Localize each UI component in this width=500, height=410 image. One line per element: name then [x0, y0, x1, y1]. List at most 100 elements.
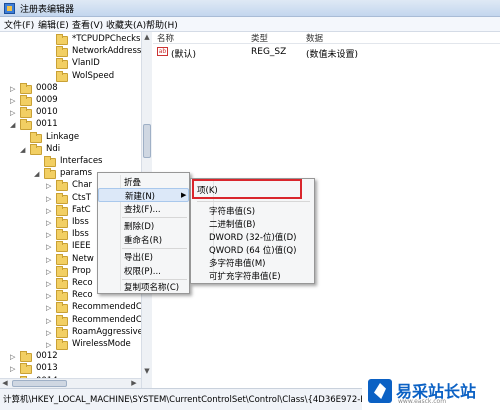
window-title: 注册表编辑器 [20, 5, 75, 15]
folder-icon [56, 46, 68, 58]
tree-item[interactable]: *TCPUDPChecksum [0, 34, 151, 46]
tree-expander-icon[interactable]: ▷ [46, 268, 54, 276]
tree-item-label: Netw [72, 253, 94, 264]
tree-item-label: 0012 [36, 351, 58, 362]
tree-expander-icon[interactable]: ▷ [46, 329, 54, 337]
tree-expander-icon[interactable]: ▷ [10, 97, 18, 105]
tree-item-label: *TCPUDPChecksum [72, 34, 152, 44]
ctx-rename[interactable]: 重命名(R) [98, 233, 189, 247]
tree-item[interactable]: ▷ RecommendedCha [0, 314, 151, 327]
string-value-icon: ab [157, 47, 168, 56]
folder-icon [20, 107, 32, 119]
tree-item[interactable]: ▷ 0013 [0, 363, 141, 375]
tree-scroll-thumb[interactable] [143, 124, 151, 158]
ctx-copy-key-name[interactable]: 复制项名称(C) [98, 280, 189, 294]
ctx-new[interactable]: 新建(N) ▶ [98, 188, 189, 202]
tree-item-label: CtsT [72, 192, 91, 203]
scroll-down-icon[interactable]: ▼ [143, 367, 151, 376]
folder-icon [56, 290, 68, 302]
tree-item[interactable]: Linkage [0, 131, 141, 144]
tree-expander-icon[interactable]: ▷ [46, 317, 54, 325]
tree-expander-icon[interactable]: ▷ [46, 207, 54, 215]
tree-expander-icon[interactable]: ▷ [46, 243, 54, 251]
folder-icon [20, 95, 32, 106]
submenu-string-value[interactable]: 字符串值(S) [191, 204, 314, 218]
tree-item[interactable]: WolSpeed [0, 70, 141, 83]
submenu-multistring-value[interactable]: 多字符串值(M) [191, 256, 314, 270]
tree-item[interactable]: ◢ Ndi [0, 143, 141, 156]
folder-icon [56, 70, 68, 82]
menu-view[interactable]: 查看(V) [72, 18, 103, 31]
folder-icon [20, 119, 32, 131]
tree-expander-icon[interactable]: ▷ [46, 182, 54, 190]
tree-item[interactable]: ▷ RecommendedCha [0, 302, 151, 314]
menu-help[interactable]: 帮助(H) [146, 18, 178, 31]
scroll-left-icon[interactable]: ◀ [1, 379, 9, 388]
tree-item[interactable]: ▷ RoamAggressiven [0, 326, 148, 339]
tree-item[interactable]: ▷ 0009 [0, 95, 141, 107]
folder-icon [56, 217, 68, 228]
folder-icon [56, 326, 68, 338]
value-row[interactable]: ab (默认) REG_SZ (数值未设置) [153, 46, 500, 60]
scroll-right-icon[interactable]: ▶ [130, 379, 138, 388]
tree-expander-icon[interactable]: ▷ [46, 292, 54, 300]
tree-expander-icon[interactable]: ▷ [10, 109, 18, 117]
column-data[interactable]: 数据 [306, 32, 323, 44]
submenu-qword-value[interactable]: QWORD (64 位)值(Q) [191, 243, 314, 257]
tree-item[interactable]: NetworkAddress [0, 46, 141, 58]
tree-expander-icon[interactable]: ▷ [10, 365, 18, 373]
tree-item-label: 0010 [36, 107, 58, 118]
tree-expander-icon[interactable]: ◢ [20, 146, 28, 154]
ctx-find[interactable]: 查找(F)... [98, 202, 189, 216]
folder-icon [56, 241, 68, 253]
tree-expander-icon[interactable]: ▷ [46, 219, 54, 227]
submenu-expandable-string-value[interactable]: 可扩充字符串值(E) [191, 269, 314, 283]
tree-item-label: FatC [72, 204, 91, 215]
tree-item[interactable]: ◢ 0011 [0, 119, 141, 131]
tree-item[interactable]: ▷ WirelessMode [0, 339, 141, 351]
folder-icon [56, 229, 68, 241]
column-type[interactable]: 类型 [251, 32, 268, 44]
menu-favorites[interactable]: 收藏夹(A) [106, 18, 146, 31]
tree-item[interactable]: Interfaces [0, 156, 141, 168]
submenu-dword-value[interactable]: DWORD (32-位)值(D) [191, 230, 314, 244]
tree-expander-icon[interactable]: ▷ [46, 231, 54, 239]
tree-expander-icon[interactable]: ▷ [10, 353, 18, 361]
tree-hscroll-thumb[interactable] [12, 380, 67, 387]
menu-edit[interactable]: 编辑(E) [38, 18, 69, 31]
tree-expander-icon[interactable]: ▷ [46, 341, 54, 349]
folder-icon [30, 131, 42, 143]
tree-item[interactable]: ▷ 0008 [0, 82, 141, 95]
tree-item-label: 0011 [36, 119, 58, 130]
ctx-delete[interactable]: 删除(D) [98, 219, 189, 233]
tree-item-label: Ibss [72, 229, 89, 240]
tree-expander-icon[interactable]: ▷ [46, 280, 54, 288]
folder-icon [30, 143, 42, 155]
tree-expander-icon[interactable]: ▷ [10, 85, 18, 93]
column-name[interactable]: 名称 [157, 32, 174, 44]
annotation-highlight-box [192, 179, 302, 199]
folder-icon [56, 204, 68, 216]
tree-item[interactable]: ▷ 0012 [0, 351, 141, 363]
tree-expander-icon[interactable]: ◢ [10, 121, 18, 129]
tree-item-label: IEEE [72, 241, 91, 252]
tree-horizontal-scrollbar[interactable]: ◀ ▶ [0, 378, 141, 388]
tree-item-label: NetworkAddress [72, 46, 142, 57]
value-data: (数值未设置) [306, 50, 359, 60]
ctx-export[interactable]: 导出(E) [98, 250, 189, 264]
tree-item[interactable]: VlanID [0, 58, 141, 70]
tree-expander-icon[interactable]: ◢ [34, 170, 42, 178]
tree-expander-icon[interactable]: ▷ [46, 195, 54, 203]
scroll-up-icon[interactable]: ▲ [143, 33, 151, 42]
tree-expander-icon[interactable]: ▷ [46, 256, 54, 264]
tree-item-label: Ndi [46, 143, 61, 154]
ctx-permissions[interactable]: 权限(P)... [98, 264, 189, 278]
tree-item[interactable]: ▷ 0010 [0, 107, 141, 119]
tree-expander-icon[interactable]: ▷ [46, 304, 54, 312]
menu-file[interactable]: 文件(F) [4, 18, 34, 31]
ctx-separator [122, 217, 187, 218]
ctx-collapse[interactable]: 折叠 [98, 175, 189, 189]
submenu-binary-value[interactable]: 二进制值(B) [191, 217, 314, 231]
submenu-separator [197, 201, 310, 202]
